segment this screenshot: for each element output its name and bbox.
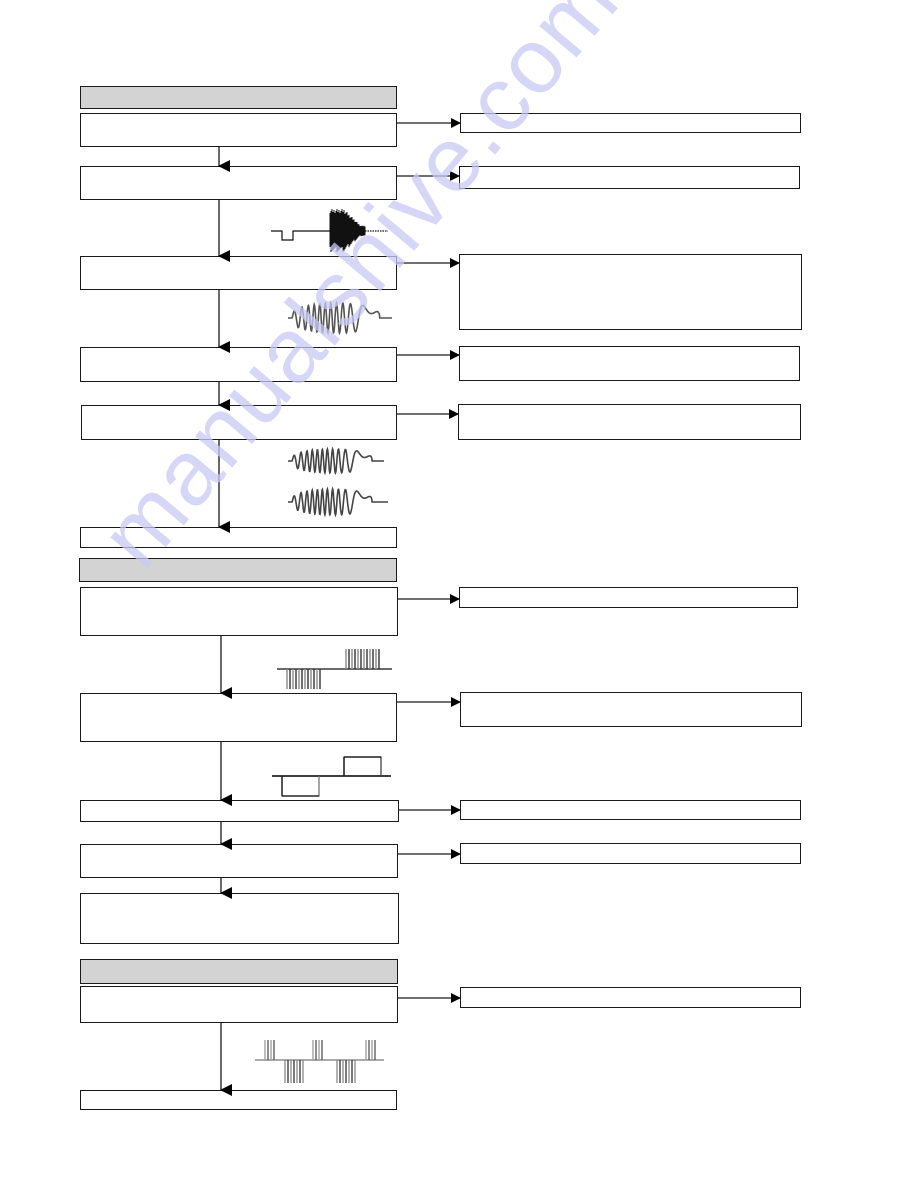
waveform-pulse-then-burst [271,209,388,252]
connectors-layer [218,118,461,1096]
waveform-bipolar-square-pulse [272,756,391,797]
waveform-alternating-pulse-train [255,1040,384,1083]
waveform-sinusoid-burst [288,300,392,336]
waveform-sinusoid-burst-pair [288,446,388,518]
waveform-bipolar-pulse-burst [277,649,392,689]
